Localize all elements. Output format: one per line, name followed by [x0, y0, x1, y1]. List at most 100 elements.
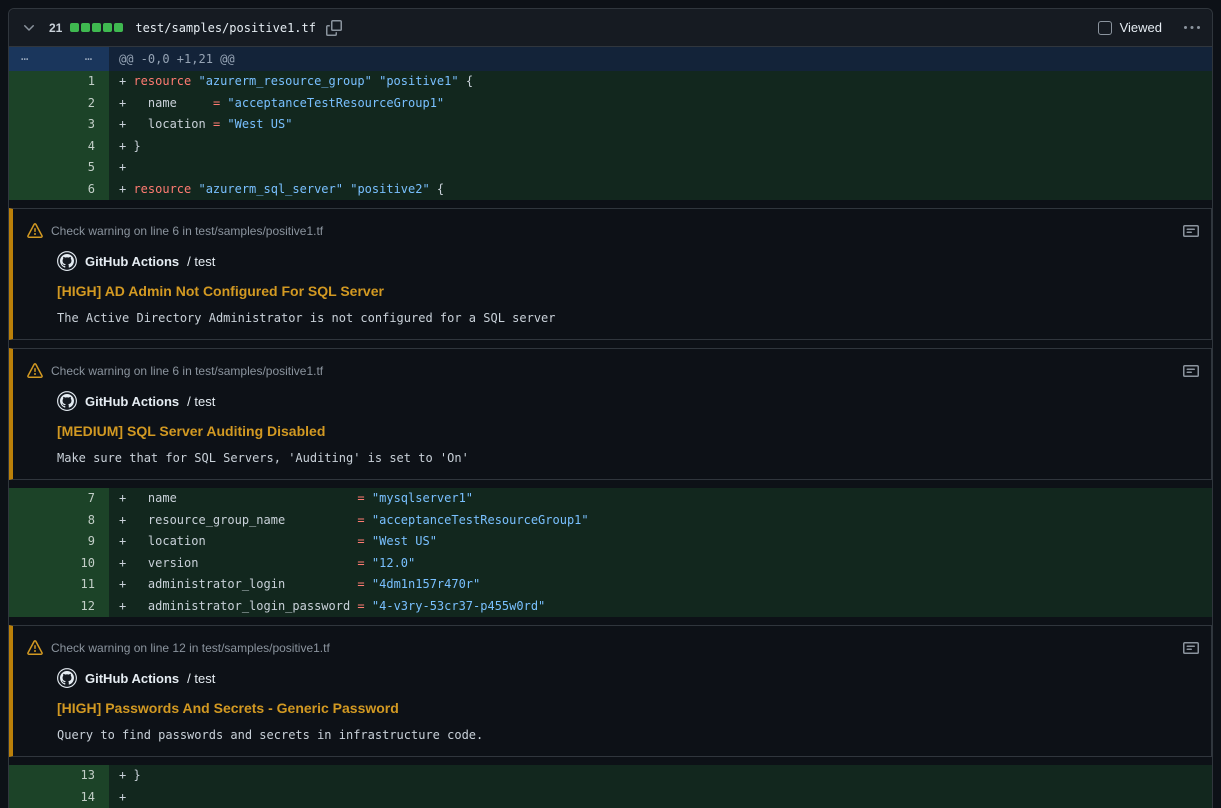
- code-token: "West US": [227, 117, 292, 131]
- addition-marker: +: [119, 790, 133, 804]
- annotation-note-icon: [1183, 223, 1199, 239]
- addition-marker: +: [119, 96, 133, 110]
- expand-down-icon[interactable]: ⋯: [85, 47, 93, 71]
- code-line: + resource "azurerm_resource_group" "pos…: [109, 71, 1212, 93]
- annotation-toggle-button[interactable]: [1181, 221, 1201, 241]
- code-line: + version = "12.0": [109, 553, 1212, 575]
- code-token: }: [133, 139, 140, 153]
- diff-line: 9+ location = "West US": [9, 531, 1212, 553]
- code-token: }: [133, 768, 140, 782]
- addition-marker: +: [119, 160, 133, 174]
- warning-triangle-icon: [27, 363, 43, 379]
- annotation-title: [MEDIUM] SQL Server Auditing Disabled: [13, 411, 1211, 439]
- file-options-button[interactable]: [1182, 18, 1202, 38]
- line-number[interactable]: 7: [9, 488, 109, 510]
- addition-marker: +: [119, 556, 133, 570]
- code-line: + location = "West US": [109, 531, 1212, 553]
- annotation-header: Check warning on line 6 in test/samples/…: [13, 357, 1211, 381]
- annotation-message: Query to find passwords and secrets in i…: [13, 716, 1211, 742]
- line-number[interactable]: 1: [9, 71, 109, 93]
- diff-line: 5+: [9, 157, 1212, 179]
- check-annotation: Check warning on line 12 in test/samples…: [9, 625, 1212, 757]
- code-token: [365, 513, 372, 527]
- line-number[interactable]: 5: [9, 157, 109, 179]
- changed-lines-count: 21: [49, 21, 62, 35]
- line-number[interactable]: 8: [9, 510, 109, 532]
- line-number[interactable]: 11: [9, 574, 109, 596]
- diffstat-addition-block: [70, 23, 79, 32]
- code-token: "azurerm_sql_server": [198, 182, 343, 196]
- line-number[interactable]: 13: [9, 765, 109, 787]
- github-logo-icon: [57, 391, 77, 411]
- annotation-note-icon: [1183, 363, 1199, 379]
- github-avatar: [57, 391, 77, 411]
- github-avatar: [57, 251, 77, 271]
- code-token: =: [357, 491, 364, 505]
- check-run-name: / test: [187, 254, 215, 269]
- annotation-source: GitHub Actions/ test: [13, 381, 1211, 411]
- diff-file-container: 21 test/samples/positive1.tf Viewed ⋯⋯@@…: [8, 8, 1213, 808]
- addition-marker: +: [119, 182, 133, 196]
- diff-line: 10+ version = "12.0": [9, 553, 1212, 575]
- collapse-file-button[interactable]: [19, 18, 39, 38]
- annotation-source: GitHub Actions/ test: [13, 658, 1211, 688]
- line-number[interactable]: 10: [9, 553, 109, 575]
- code-token: [365, 556, 372, 570]
- line-number[interactable]: 2: [9, 93, 109, 115]
- annotation-title: [HIGH] AD Admin Not Configured For SQL S…: [13, 271, 1211, 299]
- code-token: =: [357, 556, 364, 570]
- copy-icon: [326, 20, 342, 36]
- expand-hunk-gutter[interactable]: ⋯⋯: [9, 47, 109, 71]
- diff-line: 3+ location = "West US": [9, 114, 1212, 136]
- addition-marker: +: [119, 139, 133, 153]
- check-suite-name: GitHub Actions: [85, 394, 179, 409]
- annotation-message: The Active Directory Administrator is no…: [13, 299, 1211, 325]
- diff-line: 4 + }: [9, 136, 1212, 158]
- annotation-toggle-button[interactable]: [1181, 638, 1201, 658]
- code-token: "mysqlserver1": [372, 491, 473, 505]
- annotation-message: Make sure that for SQL Servers, 'Auditin…: [13, 439, 1211, 465]
- diffstat: [70, 23, 123, 32]
- expand-up-icon[interactable]: ⋯: [21, 47, 29, 71]
- code-token: location: [133, 534, 357, 548]
- line-number[interactable]: 6: [9, 179, 109, 201]
- code-token: version: [133, 556, 357, 570]
- line-number[interactable]: 4: [9, 136, 109, 158]
- code-line: + administrator_login_password = "4-v3ry…: [109, 596, 1212, 618]
- viewed-checkbox[interactable]: [1098, 21, 1112, 35]
- line-number[interactable]: 9: [9, 531, 109, 553]
- annotation-note-icon: [1183, 640, 1199, 656]
- annotation-header: Check warning on line 12 in test/samples…: [13, 634, 1211, 658]
- addition-marker: +: [119, 768, 133, 782]
- warning-triangle-icon: [27, 640, 43, 656]
- code-token: =: [357, 577, 364, 591]
- line-number[interactable]: 14: [9, 787, 109, 808]
- code-token: =: [357, 534, 364, 548]
- annotation-header: Check warning on line 6 in test/samples/…: [13, 217, 1211, 241]
- code-line: + name = "acceptanceTestResourceGroup1": [109, 93, 1212, 115]
- addition-marker: +: [119, 117, 133, 131]
- warning-icon: [27, 363, 43, 379]
- code-token: {: [430, 182, 444, 196]
- viewed-label: Viewed: [1120, 20, 1162, 35]
- viewed-toggle[interactable]: Viewed: [1098, 20, 1162, 35]
- diff-line: 12+ administrator_login_password = "4-v3…: [9, 596, 1212, 618]
- line-number[interactable]: 12: [9, 596, 109, 618]
- code-token: resource_group_name: [133, 513, 357, 527]
- addition-marker: +: [119, 577, 133, 591]
- line-number[interactable]: 3: [9, 114, 109, 136]
- code-token: name: [133, 96, 212, 110]
- copy-path-button[interactable]: [324, 18, 344, 38]
- annotation-header-text: Check warning on line 6 in test/samples/…: [51, 364, 323, 378]
- annotation-toggle-button[interactable]: [1181, 361, 1201, 381]
- code-token: [365, 577, 372, 591]
- code-token: "12.0": [372, 556, 415, 570]
- code-token: "positive1": [379, 74, 458, 88]
- github-avatar: [57, 668, 77, 688]
- code-token: {: [459, 74, 473, 88]
- code-token: "West US": [372, 534, 437, 548]
- addition-marker: +: [119, 599, 133, 613]
- diffstat-addition-block: [92, 23, 101, 32]
- file-name[interactable]: test/samples/positive1.tf: [135, 21, 316, 35]
- addition-marker: +: [119, 513, 133, 527]
